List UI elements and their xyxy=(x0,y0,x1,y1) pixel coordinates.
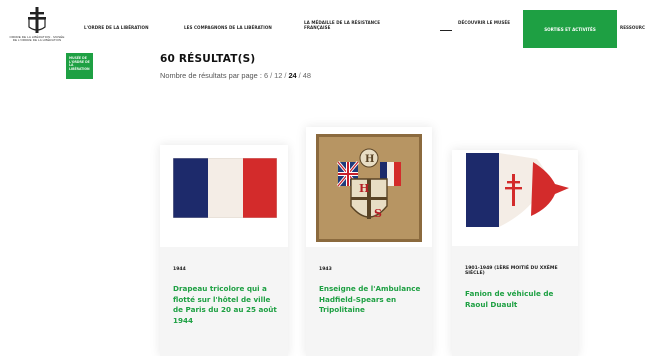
card-image[interactable]: H S H xyxy=(306,127,432,247)
site-header: ORDRE DE LA LIBÉRATION · MUSÉE DE L'ORDR… xyxy=(0,0,648,48)
ambulance-sign-icon: H S H xyxy=(316,134,422,242)
per-page-option-48[interactable]: 48 xyxy=(303,71,311,80)
nav-item-medaille[interactable]: LA MÉDAILLE DE LA RÉSISTANCE FRANÇAISE xyxy=(304,20,396,30)
card-title-link[interactable]: Fanion de véhicule de Raoul Duault xyxy=(465,289,569,310)
nav-item-sorties-activites[interactable]: SORTIES ET ACTIVITÉS xyxy=(523,10,617,48)
svg-text:H: H xyxy=(365,154,374,165)
card-title-link[interactable]: Enseigne de l'Ambulance Hadfield-Spears … xyxy=(319,284,423,316)
site-logo[interactable]: ORDRE DE LA LIBÉRATION · MUSÉE DE L'ORDR… xyxy=(8,5,66,45)
card-title-link[interactable]: Drapeau tricolore qui a flotté sur l'hôt… xyxy=(173,284,277,326)
logo-text: ORDRE DE LA LIBÉRATION · MUSÉE DE L'ORDR… xyxy=(9,35,65,43)
card-body: 1901-1949 (1ÈRE MOITIÉ DU XXÈME SIÈCLE) … xyxy=(452,246,578,356)
card-body: 1944 Drapeau tricolore qui a flotté sur … xyxy=(160,247,288,356)
per-page-option-24[interactable]: 24 xyxy=(288,71,296,80)
result-card[interactable]: H S H 1943 Enseigne de l'Ambulance Hadfi… xyxy=(306,127,432,356)
card-date: 1901-1949 (1ÈRE MOITIÉ DU XXÈME SIÈCLE) xyxy=(465,266,558,277)
nav-item-decouvrir-musee[interactable]: DÉCOUVRIR LE MUSÉE xyxy=(458,20,518,25)
museum-brand-badge[interactable]: MUSÉE DE L'ORDRE DE LA LIBÉRATION xyxy=(66,53,93,79)
nav-item-ordre[interactable]: L'ORDRE DE LA LIBÉRATION xyxy=(84,25,149,30)
card-image[interactable] xyxy=(452,150,578,246)
results-count-title: 60 RÉSULTAT(S) xyxy=(160,53,256,65)
per-page-label: Nombre de résultats par page : xyxy=(160,71,262,80)
svg-text:S: S xyxy=(374,207,382,220)
result-card[interactable]: 1944 Drapeau tricolore qui a flotté sur … xyxy=(160,145,288,356)
lorraine-cross-pennant-icon xyxy=(466,153,569,227)
results-per-page: Nombre de résultats par page : 6/12/24/4… xyxy=(160,71,311,80)
card-date: 1944 xyxy=(173,267,186,272)
card-image[interactable] xyxy=(160,145,288,247)
per-page-option-12[interactable]: 12 xyxy=(274,71,282,80)
nav-active-indicator xyxy=(440,30,452,32)
result-card[interactable]: 1901-1949 (1ÈRE MOITIÉ DU XXÈME SIÈCLE) … xyxy=(452,150,578,356)
french-tricolour-flag-icon xyxy=(173,158,277,218)
nav-item-compagnons[interactable]: LES COMPAGNONS DE LA LIBÉRATION xyxy=(184,25,272,30)
nav-item-ressources[interactable]: RESSOURC xyxy=(620,25,645,30)
per-page-option-6[interactable]: 6 xyxy=(264,71,268,80)
card-body: 1943 Enseigne de l'Ambulance Hadfield-Sp… xyxy=(306,247,432,356)
cross-of-lorraine-logo-icon xyxy=(28,7,46,33)
card-date: 1943 xyxy=(319,267,332,272)
svg-text:H: H xyxy=(359,182,369,195)
